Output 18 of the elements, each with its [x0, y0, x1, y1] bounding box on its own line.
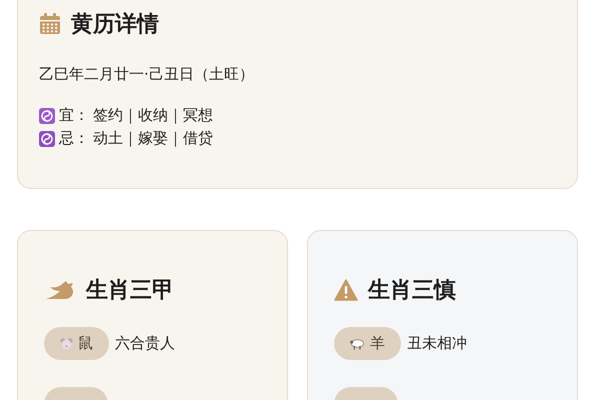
card-title: 生肖三慎 [368, 277, 456, 305]
entry-text: 签约｜收纳｜冥想 [93, 106, 213, 125]
zodiac-tag: 羊 [334, 327, 401, 360]
entry-text: 动土｜嫁娶｜借贷 [93, 129, 213, 148]
calendar-icon [39, 13, 61, 35]
warning-icon [334, 279, 358, 301]
entry-label: 忌： [59, 129, 89, 148]
tag-note: 丑未相冲 [407, 334, 467, 353]
sheep-icon [350, 338, 365, 350]
entry-label: 宜： [59, 106, 89, 125]
card-title: 黄历详情 [71, 11, 159, 39]
lunar-date: 乙巳年二月廿一·己丑日（土旺） [39, 65, 255, 84]
card-title: 生肖三甲 [86, 277, 174, 305]
yin-yang-icon [39, 130, 55, 146]
zodiac-tag: 鼠 [44, 327, 109, 360]
tag-note: 六合贵人 [115, 334, 175, 353]
mouse-icon [60, 337, 73, 350]
yin-yang-icon [39, 108, 55, 124]
